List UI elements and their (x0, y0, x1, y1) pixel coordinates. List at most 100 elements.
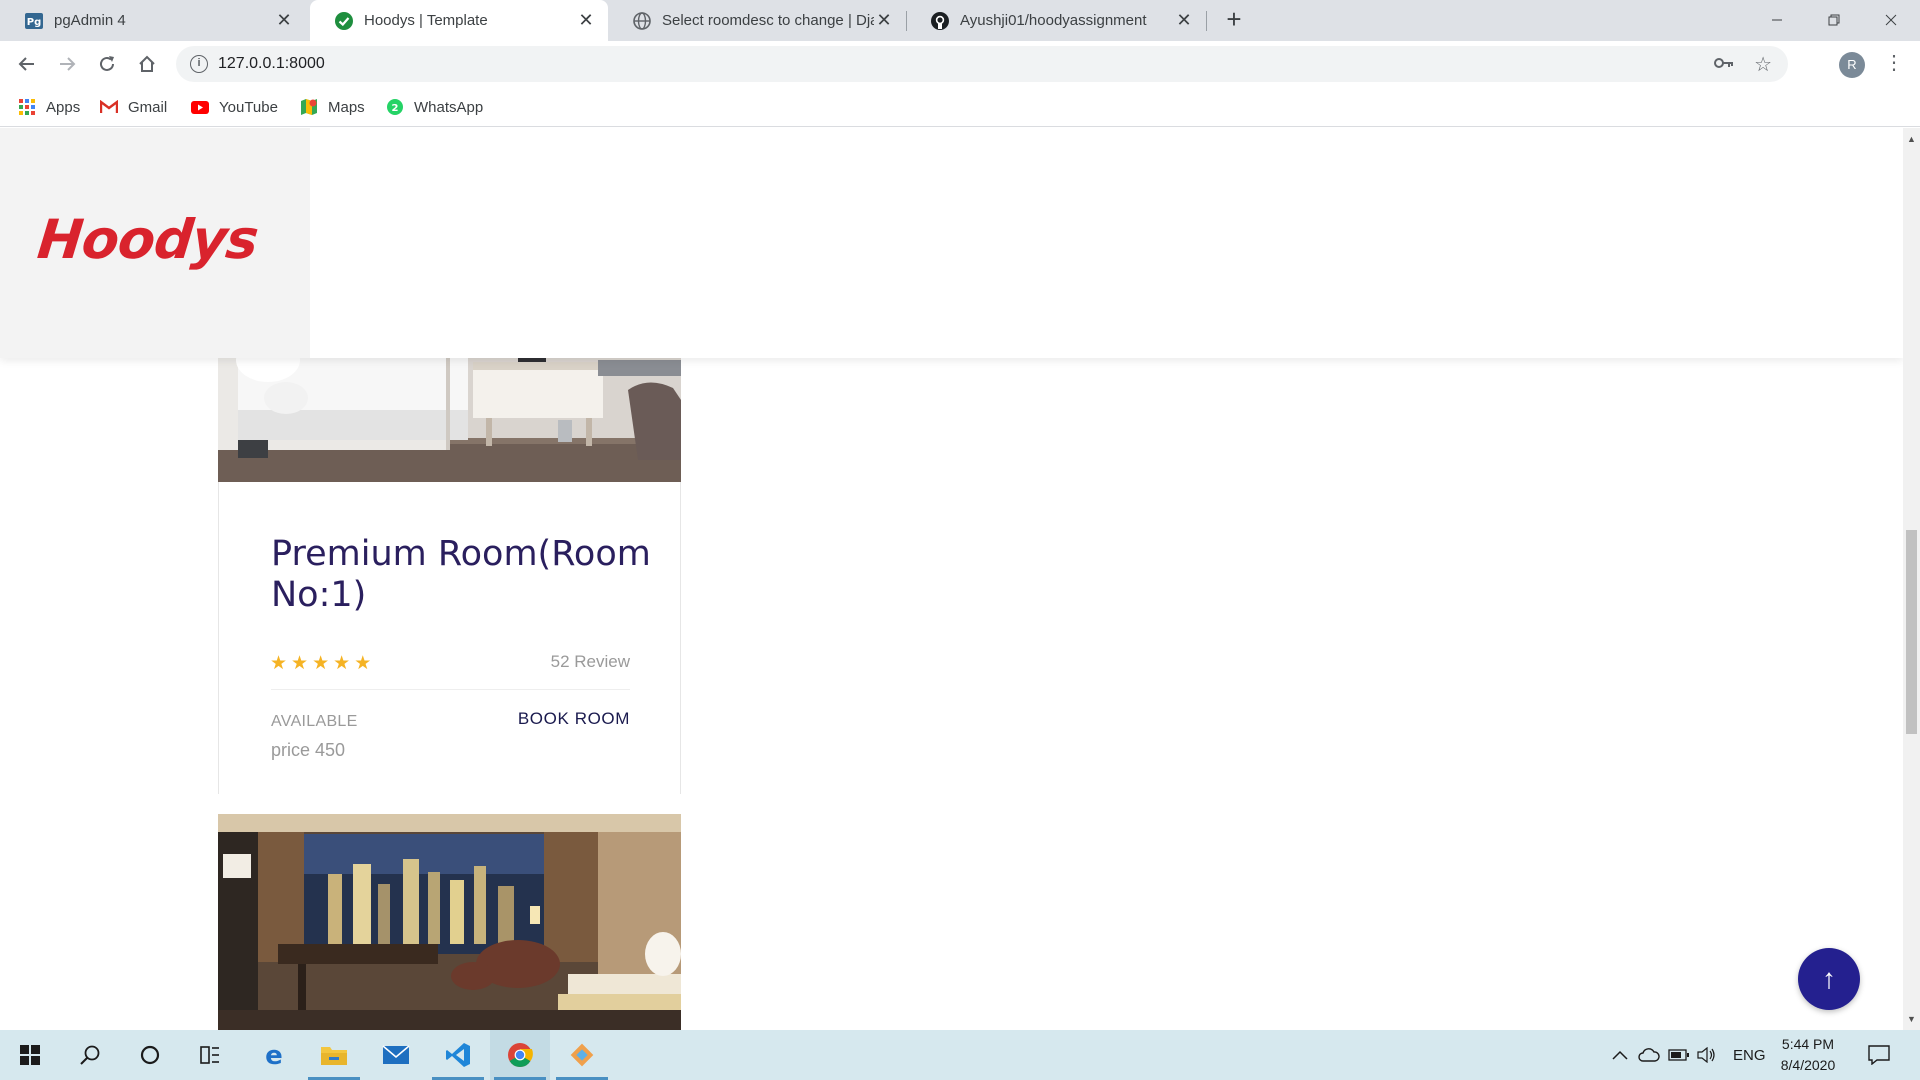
check-circle-icon (334, 11, 354, 31)
onedrive-tray[interactable] (1638, 1030, 1660, 1080)
git-icon (570, 1043, 594, 1067)
chevron-up-icon (1612, 1050, 1628, 1060)
bookmark-apps[interactable]: Apps (18, 95, 80, 119)
mail-app[interactable] (366, 1030, 426, 1080)
task-view-button[interactable] (180, 1030, 240, 1080)
mail-icon (382, 1045, 410, 1064)
room-image-city-view[interactable] (218, 814, 681, 1030)
close-icon (1885, 14, 1897, 26)
edge-icon: e (265, 1042, 283, 1068)
start-button[interactable] (0, 1030, 60, 1080)
taskbar-search[interactable] (60, 1030, 120, 1080)
tab-github[interactable]: Ayushji01/hoodyassignment ✕ (906, 0, 1206, 41)
room-card: Premium Room(Room No:1) ★ ★ ★ ★ ★ 52 Rev… (218, 482, 681, 794)
system-clock[interactable]: 5:44 PM 8/4/2020 (1768, 1034, 1848, 1076)
battery-tray[interactable] (1668, 1030, 1690, 1080)
restore-button[interactable] (1806, 0, 1862, 40)
url-text[interactable]: 127.0.0.1:8000 (218, 55, 325, 73)
room-title[interactable]: Premium Room(Room No:1) (271, 534, 651, 616)
minimize-button[interactable] (1749, 0, 1805, 40)
bookmark-label: YouTube (219, 98, 278, 116)
book-room-link[interactable]: BOOK ROOM (518, 709, 630, 729)
address-bar[interactable]: i 127.0.0.1:8000 ☆ (176, 46, 1788, 82)
cloud-icon (1638, 1048, 1660, 1062)
home-button[interactable] (132, 49, 162, 79)
bookmarks-bar: Apps Gmail YouTube Maps 2 WhatsApp (0, 87, 1920, 127)
page-scrollbar[interactable]: ▲ ▼ (1903, 128, 1920, 1030)
windows-start-icon (20, 1045, 40, 1065)
window-close-button[interactable] (1863, 0, 1919, 40)
menu-kebab-icon[interactable]: ⋮ (1884, 51, 1904, 75)
close-icon[interactable]: ✕ (576, 10, 596, 31)
star-icon: ★ (333, 653, 351, 674)
restore-icon (1828, 14, 1840, 26)
action-center[interactable] (1868, 1030, 1890, 1080)
scroll-down-icon[interactable]: ▼ (1906, 1012, 1917, 1026)
bookmark-maps[interactable]: Maps (300, 95, 365, 119)
scroll-to-top-button[interactable]: ↑ (1798, 948, 1860, 1010)
task-view-icon (200, 1046, 219, 1064)
show-hidden-icons[interactable] (1612, 1030, 1628, 1080)
info-icon[interactable]: i (190, 55, 208, 73)
back-arrow-icon (18, 57, 34, 71)
bookmark-label: WhatsApp (414, 98, 484, 116)
tab-pgadmin[interactable]: Pg pgAdmin 4 ✕ (0, 0, 306, 41)
apps-grid-icon (18, 98, 36, 116)
tab-label: Select roomdesc to change | Djan (662, 12, 874, 29)
scrollbar-thumb[interactable] (1906, 530, 1917, 734)
svg-text:2: 2 (392, 103, 399, 114)
whatsapp-icon: 2 (386, 98, 404, 116)
bookmark-youtube[interactable]: YouTube (191, 95, 278, 119)
chrome-icon (508, 1043, 533, 1068)
tab-label: Ayushji01/hoodyassignment (960, 12, 1147, 29)
file-explorer-app[interactable] (304, 1030, 364, 1080)
room-price: price 450 (271, 740, 346, 760)
search-icon (80, 1045, 100, 1065)
tab-hoodys-template[interactable]: Hoodys | Template ✕ (310, 0, 608, 41)
cortana-button[interactable] (120, 1030, 180, 1080)
edge-app[interactable]: e (244, 1030, 304, 1080)
vscode-icon (446, 1043, 470, 1067)
bookmark-whatsapp[interactable]: 2 WhatsApp (386, 95, 483, 119)
tab-label: Hoodys | Template (364, 12, 488, 29)
volume-tray[interactable] (1697, 1030, 1717, 1080)
availability-status: AVAILABLE (271, 713, 358, 730)
tab-label: pgAdmin 4 (54, 12, 126, 29)
clock-time: 5:44 PM (1781, 1036, 1835, 1052)
forward-button[interactable] (52, 49, 82, 79)
scroll-up-icon[interactable]: ▲ (1906, 132, 1917, 146)
reload-icon (100, 56, 114, 71)
close-icon[interactable]: ✕ (274, 10, 294, 31)
close-icon[interactable]: ✕ (874, 10, 894, 31)
bookmark-label: Apps (46, 98, 81, 116)
site-logo[interactable]: Hoodys (35, 208, 261, 271)
browser-tab-strip: Pg pgAdmin 4 ✕ Hoodys | Template ✕ Selec… (0, 0, 1920, 41)
forward-arrow-icon (60, 57, 76, 71)
vscode-app[interactable] (428, 1030, 488, 1080)
chrome-app[interactable] (490, 1030, 550, 1080)
bookmark-gmail[interactable]: Gmail (100, 95, 167, 119)
battery-icon (1668, 1049, 1689, 1061)
close-icon[interactable]: ✕ (1174, 10, 1194, 31)
profile-avatar[interactable]: R (1839, 52, 1865, 78)
browser-toolbar: i 127.0.0.1:8000 ☆ R ⋮ (0, 41, 1920, 87)
git-app[interactable] (552, 1030, 612, 1080)
speaker-icon (1697, 1047, 1715, 1063)
reload-button[interactable] (92, 49, 122, 79)
star-icon: ★ (270, 653, 288, 674)
github-icon (930, 11, 950, 31)
bookmark-label: Maps (328, 98, 365, 116)
logo-container[interactable]: Hoodys (0, 128, 310, 358)
minimize-icon (1772, 19, 1782, 21)
tab-django-admin[interactable]: Select roomdesc to change | Djan ✕ (608, 0, 906, 41)
folder-icon (321, 1047, 347, 1065)
new-tab-button[interactable]: + (1220, 6, 1248, 34)
svg-text:e: e (265, 1042, 283, 1068)
svg-text:Pg: Pg (27, 17, 42, 28)
windows-taskbar: e ENG 5:44 PM 8/4/2020 (0, 1030, 1920, 1080)
key-icon[interactable] (1714, 54, 1734, 75)
star-icon: ★ (291, 653, 309, 674)
back-button[interactable] (12, 49, 42, 79)
language-indicator[interactable]: ENG (1733, 1030, 1766, 1080)
bookmark-star-icon[interactable]: ☆ (1754, 52, 1772, 77)
